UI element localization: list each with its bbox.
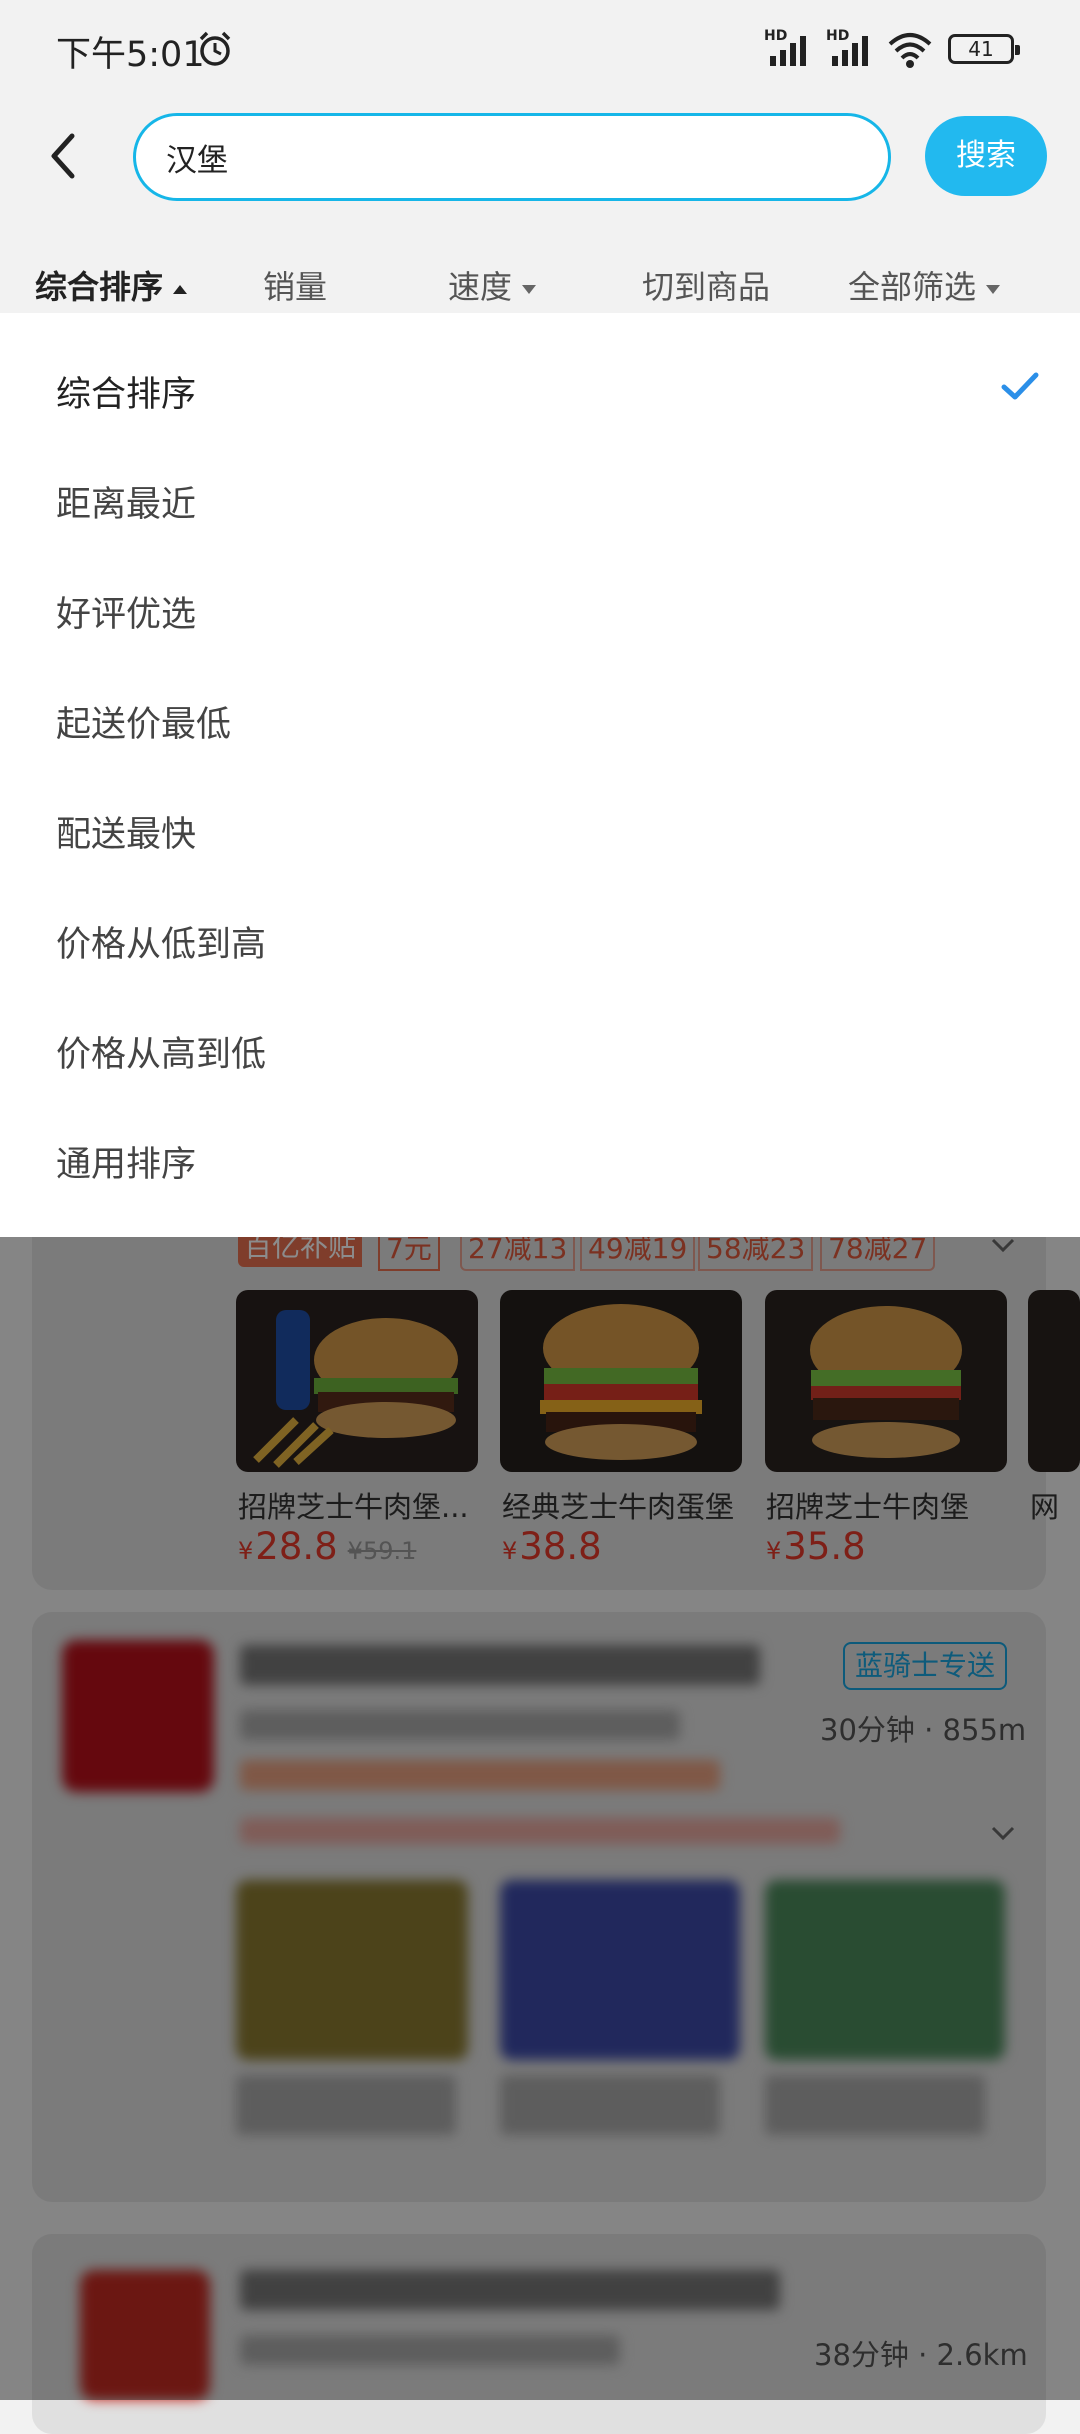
sort-dropdown: 综合排序 距离最近 好评优选 起送价最低 配送最快 价格从低到高 价格从高到低 … — [0, 313, 1080, 1237]
filter-all[interactable]: 全部筛选 — [848, 262, 1001, 308]
back-arrow-icon[interactable] — [38, 120, 94, 192]
sort-option-fastest-delivery[interactable]: 配送最快 — [56, 806, 196, 857]
filter-speed[interactable]: 速度 — [448, 262, 537, 308]
hd-label: HD — [826, 28, 850, 44]
caret-down-icon — [522, 284, 537, 294]
sort-option-comprehensive[interactable]: 综合排序 — [56, 366, 196, 417]
cellular-signal-icon: HD — [824, 28, 878, 70]
filter-label: 全部筛选 — [848, 268, 977, 306]
wifi-icon — [888, 33, 932, 68]
sort-option-general[interactable]: 通用排序 — [56, 1136, 196, 1187]
sort-option-price-asc[interactable]: 价格从低到高 — [56, 916, 266, 967]
sort-option-top-rated[interactable]: 好评优选 — [56, 586, 196, 637]
search-input[interactable] — [166, 116, 846, 198]
search-box[interactable] — [133, 113, 891, 201]
checkmark-icon — [1001, 372, 1039, 400]
cellular-signal-icon: HD — [762, 28, 816, 70]
filter-label: 切到商品 — [642, 268, 771, 306]
filter-sales[interactable]: 销量 — [263, 262, 327, 308]
filter-label: 综合排序 — [35, 268, 164, 306]
sort-option-nearest[interactable]: 距离最近 — [56, 476, 196, 527]
filter-switch-to-products[interactable]: 切到商品 — [642, 262, 770, 308]
caret-up-icon — [173, 284, 188, 294]
status-bar: 下午5:01 HD HD 41 — [0, 0, 1080, 100]
caret-down-icon — [986, 284, 1001, 294]
hd-label: HD — [764, 28, 788, 44]
battery-icon: 41 — [948, 34, 1020, 64]
sort-option-price-desc[interactable]: 价格从高到低 — [56, 1026, 266, 1077]
alarm-clock-icon — [199, 31, 231, 66]
sort-option-lowest-minimum[interactable]: 起送价最低 — [56, 696, 231, 747]
status-time: 下午5:01 — [56, 35, 205, 75]
filter-comprehensive-sort[interactable]: 综合排序 — [35, 262, 188, 308]
filter-label: 销量 — [263, 268, 328, 306]
filter-label: 速度 — [448, 268, 513, 306]
search-button[interactable]: 搜索 — [925, 116, 1047, 196]
